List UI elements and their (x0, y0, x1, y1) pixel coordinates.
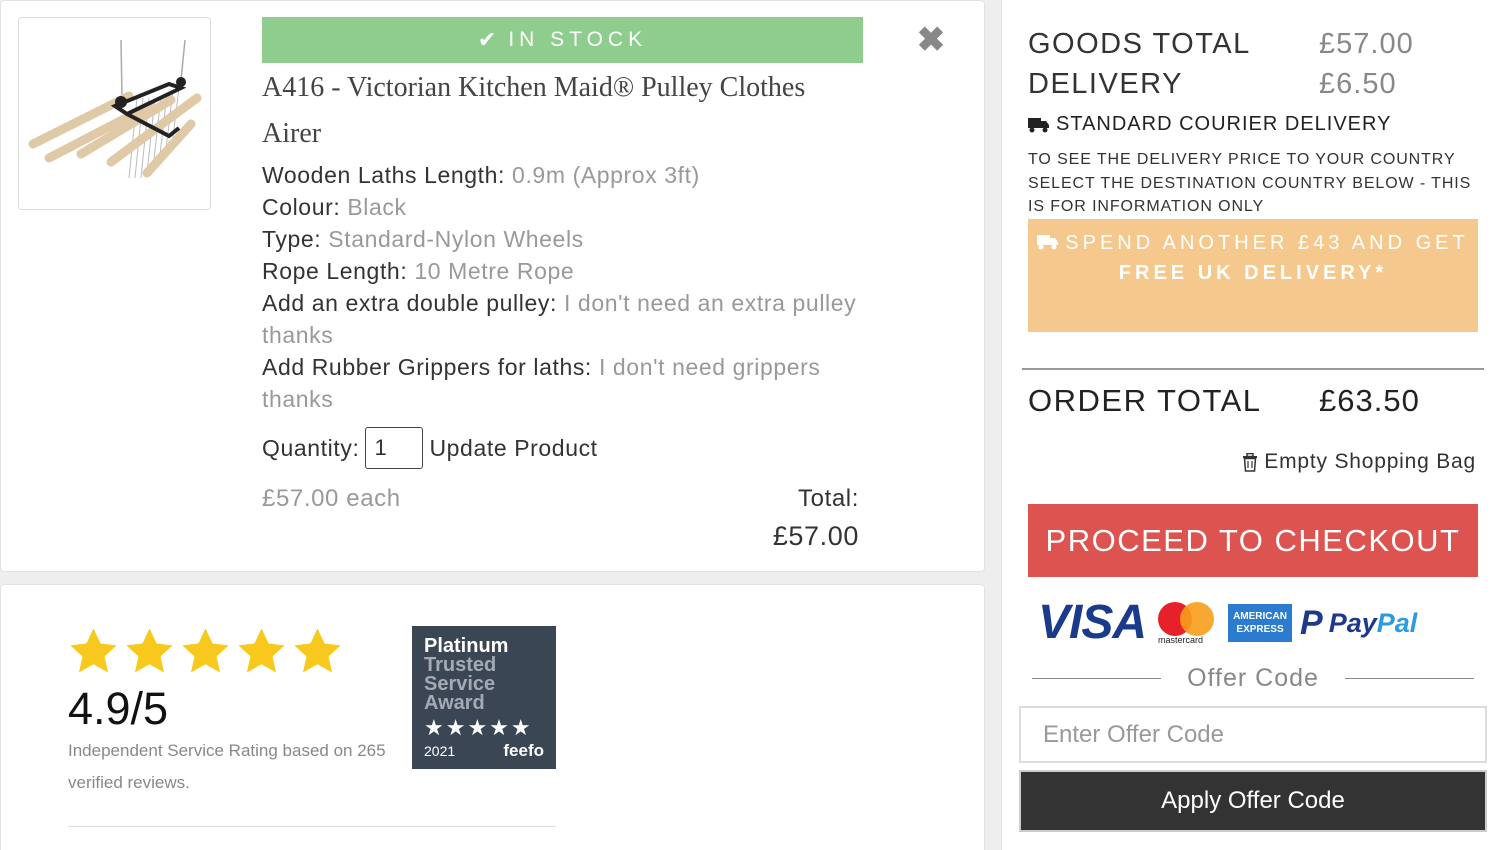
courier-row: STANDARD COURIER DELIVERY (1028, 113, 1391, 136)
offer-code-title: Offer Code (1187, 664, 1319, 692)
free-delivery-text: FREE UK DELIVERY* (1118, 262, 1388, 284)
product-title[interactable]: A416 - Victorian Kitchen Maid® Pulley Cl… (262, 65, 832, 157)
offer-code-heading: Offer Code (1032, 664, 1475, 693)
attribute-value: 10 Metre Rope (414, 258, 575, 284)
in-stock-banner: ✔ IN STOCK (262, 17, 863, 63)
goods-total-value: £57.00 (1319, 28, 1414, 60)
attribute-value: 0.9m (Approx 3ft) (512, 162, 700, 188)
in-stock-label: IN STOCK (508, 28, 648, 51)
attribute-row: Wooden Laths Length: 0.9m (Approx 3ft) (262, 159, 862, 191)
delivery-value: £6.50 (1319, 68, 1397, 100)
attribute-row: Type: Standard-Nylon Wheels (262, 223, 862, 255)
rating-card: 4.9/5 Independent Service Rating based o… (0, 584, 985, 850)
close-icon[interactable]: ✖ (916, 23, 946, 57)
courier-label: STANDARD COURIER DELIVERY (1056, 113, 1392, 135)
checkmark-icon: ✔ (477, 27, 497, 52)
line-total-label: Total: (798, 485, 859, 512)
attribute-value: Black (347, 194, 407, 220)
quantity-row: Quantity: Update Product (262, 427, 598, 469)
attribute-label: Colour: (262, 194, 341, 220)
attribute-row: Add Rubber Grippers for laths: I don't n… (262, 351, 862, 415)
product-attributes: Wooden Laths Length: 0.9m (Approx 3ft) C… (262, 159, 862, 415)
goods-total-label: GOODS TOTAL (1028, 28, 1251, 60)
badge-line: Platinum (424, 635, 509, 657)
badge-year: 2021 (424, 743, 456, 759)
attribute-label: Type: (262, 226, 322, 252)
clothes-airer-image (28, 39, 202, 179)
divider (1344, 678, 1475, 679)
truck-icon (1037, 235, 1059, 250)
unit-price: £57.00 each (262, 485, 401, 512)
payment-methods: VISA mastercard AMERICAN EXPRESS P Pay Pa… (1038, 598, 1478, 648)
attribute-row: Add an extra double pulley: I don't need… (262, 287, 862, 351)
attribute-label: Add an extra double pulley: (262, 290, 557, 316)
divider (68, 826, 556, 827)
attribute-row: Rope Length: 10 Metre Rope (262, 255, 862, 287)
attribute-row: Colour: Black (262, 191, 862, 223)
order-total-value: £63.50 (1319, 383, 1420, 418)
attribute-label: Rope Length: (262, 258, 408, 284)
paypal-p-icon: P (1300, 603, 1323, 642)
rating-stars (67, 625, 344, 678)
attribute-value: Standard-Nylon Wheels (328, 226, 584, 252)
star-icon (238, 628, 285, 673)
star-icon (294, 628, 341, 673)
star-icon (126, 628, 173, 673)
free-delivery-banner: SPEND ANOTHER £43 AND GET FREE UK DELIVE… (1028, 219, 1478, 332)
attribute-label: Add Rubber Grippers for laths: (262, 354, 592, 380)
divider (1032, 678, 1162, 679)
delivery-label: DELIVERY (1028, 68, 1183, 100)
feefo-logo: feefo (503, 741, 544, 760)
spend-line: SPEND ANOTHER £43 AND GET (1028, 228, 1478, 258)
rating-score: 4.9/5 (68, 683, 169, 734)
star-icon (70, 628, 117, 673)
line-total-value: £57.00 (772, 521, 859, 551)
amex-logo: AMERICAN EXPRESS (1228, 604, 1293, 642)
spend-text: SPEND ANOTHER £43 AND GET (1065, 232, 1469, 254)
attribute-label: Wooden Laths Length: (262, 162, 506, 188)
empty-bag-label: Empty Shopping Bag (1264, 450, 1476, 473)
paypal-logo: P Pay Pal (1300, 603, 1418, 642)
divider (1022, 368, 1484, 370)
trash-icon (1243, 452, 1258, 472)
basket-item-card: ✔ IN STOCK ✖ A416 - Victorian Kitchen Ma… (0, 0, 985, 572)
order-summary-panel: GOODS TOTAL £57.00 DELIVERY £6.50 STANDA… (1001, 0, 1500, 850)
rating-description: Independent Service Rating based on 265 … (68, 741, 386, 792)
quantity-label: Quantity: (262, 434, 360, 461)
truck-icon (1028, 117, 1049, 132)
update-product-button[interactable]: Update Product (429, 435, 597, 462)
feefo-award-badge[interactable]: Platinum Trusted Service Award ★★★★★ 202… (412, 626, 556, 769)
visa-logo: VISA (1038, 596, 1147, 649)
badge-line: Award (424, 692, 485, 714)
order-total-label: ORDER TOTAL (1028, 383, 1262, 418)
proceed-to-checkout-button[interactable]: PROCEED TO CHECKOUT (1028, 504, 1478, 577)
mastercard-logo: mastercard (1154, 600, 1220, 646)
badge-stars-icon: ★★★★★ (424, 715, 533, 740)
delivery-info-text: TO SEE THE DELIVERY PRICE TO YOUR COUNTR… (1028, 151, 1472, 215)
star-icon (182, 628, 229, 673)
product-thumbnail[interactable] (18, 17, 211, 210)
badge-footer: 2021 feefo (424, 741, 544, 761)
quantity-input[interactable] (365, 427, 424, 469)
offer-code-input[interactable] (1019, 706, 1487, 763)
empty-shopping-bag-link[interactable]: Empty Shopping Bag (1242, 450, 1476, 474)
apply-offer-code-button[interactable]: Apply Offer Code (1019, 770, 1487, 832)
